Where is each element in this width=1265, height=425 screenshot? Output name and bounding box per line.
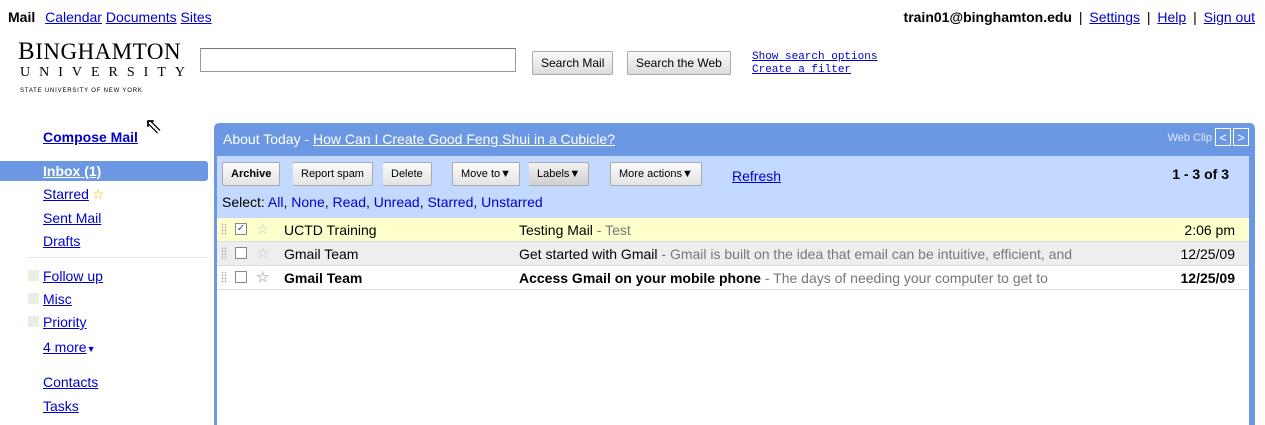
select-all-link[interactable]: All <box>268 194 284 210</box>
mouse-cursor-icon: ⇖ <box>144 113 163 138</box>
drag-handle-icon[interactable] <box>221 271 227 284</box>
contacts-link[interactable]: Contacts <box>43 374 98 390</box>
more-labels-label: 4 more <box>43 339 87 355</box>
sidebar-item-misc[interactable]: Misc <box>43 291 72 307</box>
star-icon[interactable]: ☆ <box>256 244 269 262</box>
message-sender: Gmail Team <box>284 270 363 286</box>
show-search-options-link[interactable]: Show search options <box>752 51 877 64</box>
account-email: train01@binghamton.edu <box>903 9 1072 25</box>
mail-panel: About Today - How Can I Create Good Feng… <box>214 123 1255 425</box>
logo-wordmark: BINGHAMTON <box>18 38 182 65</box>
star-icon[interactable]: ☆ <box>256 268 269 286</box>
search-mail-button[interactable]: Search Mail <box>532 51 614 75</box>
dropdown-arrow-icon: ▼ <box>86 344 96 354</box>
message-date: 2:06 pm <box>1184 222 1235 238</box>
separator: | <box>1146 9 1151 25</box>
web-clip-bar: About Today - How Can I Create Good Feng… <box>214 123 1255 153</box>
create-filter-link[interactable]: Create a filter <box>752 64 877 77</box>
delete-button[interactable]: Delete <box>383 162 432 186</box>
star-icon[interactable]: ☆ <box>256 220 269 238</box>
sidebar-item-starred[interactable]: Starred ☆ <box>43 186 104 203</box>
nav-calendar[interactable]: Calendar <box>45 9 102 25</box>
report-spam-button[interactable]: Report spam <box>293 162 373 186</box>
university-logo[interactable]: BINGHAMTON UNIVERSITY STATE UNIVERSITY O… <box>18 38 198 94</box>
move-to-button[interactable]: Move to▼ <box>452 162 521 186</box>
logo-tagline: STATE UNIVERSITY OF NEW YORK <box>20 88 143 94</box>
web-clip-next-icon[interactable]: > <box>1233 128 1249 146</box>
message-subject-line: Get started with Gmail - Gmail is built … <box>519 246 1109 262</box>
message-snippet: - The days of needing your computer to g… <box>760 270 1048 286</box>
message-subject-line: Testing Mail - Test <box>519 222 1109 238</box>
pager-count: 1 - 3 of 3 <box>1172 166 1229 182</box>
search-input[interactable] <box>200 48 516 72</box>
separator: | <box>1193 9 1197 25</box>
sidebar-item-inbox[interactable]: Inbox (1) <box>0 161 208 181</box>
refresh-link[interactable]: Refresh <box>732 168 781 184</box>
nav-mail: Mail <box>8 9 36 25</box>
select-row: Select: All, None, Read, Unread, Starred… <box>222 194 543 210</box>
label-color-swatch[interactable] <box>28 270 39 281</box>
nav-documents[interactable]: Documents <box>106 9 177 25</box>
web-clip-prefix: About Today - <box>223 131 314 147</box>
nav-sites[interactable]: Sites <box>181 9 212 25</box>
message-sender: Gmail Team <box>284 246 359 262</box>
message-row[interactable]: ☆ Gmail Team Get started with Gmail - Gm… <box>217 242 1249 266</box>
message-date: 12/25/09 <box>1180 270 1236 286</box>
sidebar-divider <box>28 257 208 258</box>
select-unstarred-link[interactable]: Unstarred <box>481 194 542 210</box>
starred-link-label: Starred <box>43 186 89 202</box>
account-bar: train01@binghamton.edu | Settings | Help… <box>904 9 1255 25</box>
message-checkbox[interactable] <box>235 247 247 259</box>
web-clip-label: Web Clip <box>1167 132 1212 144</box>
search-web-button[interactable]: Search the Web <box>627 51 731 75</box>
web-clip-prev-icon[interactable]: < <box>1215 128 1231 146</box>
sign-out-link[interactable]: Sign out <box>1204 9 1255 25</box>
top-nav: Mail Calendar Documents Sites <box>8 9 212 25</box>
select-label: Select: <box>222 194 268 210</box>
tasks-link[interactable]: Tasks <box>43 398 79 414</box>
label-color-swatch[interactable] <box>28 293 39 304</box>
archive-button[interactable]: Archive <box>222 162 281 186</box>
message-sender: UCTD Training <box>284 222 377 238</box>
label-color-swatch[interactable] <box>28 316 39 327</box>
settings-link[interactable]: Settings <box>1089 9 1140 25</box>
select-read-link[interactable]: Read <box>333 194 366 210</box>
help-link[interactable]: Help <box>1157 9 1186 25</box>
web-clip-link[interactable]: How Can I Create Good Feng Shui in a Cub… <box>313 131 615 147</box>
message-row[interactable]: ☆ Gmail Team Access Gmail on your mobile… <box>217 266 1249 290</box>
message-checkbox[interactable]: ✓ <box>235 223 247 235</box>
message-checkbox[interactable] <box>235 271 247 283</box>
message-subject-line: Access Gmail on your mobile phone - The … <box>519 270 1109 286</box>
compose-mail-link[interactable]: Compose Mail <box>43 129 138 145</box>
separator: | <box>1078 9 1083 25</box>
select-none-link[interactable]: None <box>291 194 324 210</box>
message-list: ✓ ☆ UCTD Training Testing Mail - Test 2:… <box>217 218 1249 425</box>
more-labels-link[interactable]: 4 more▼ <box>43 339 96 355</box>
sidebar-item-drafts[interactable]: Drafts <box>43 233 80 249</box>
inbox-link[interactable]: Inbox (1) <box>43 163 101 179</box>
message-snippet: - Test <box>592 222 631 238</box>
action-toolbar: Archive Report spam Delete Move to▼ Labe… <box>217 156 1249 218</box>
web-clip-text: About Today - How Can I Create Good Feng… <box>223 131 615 147</box>
message-subject: Testing Mail <box>519 222 593 238</box>
sidebar-item-follow-up[interactable]: Follow up <box>43 268 103 284</box>
message-subject: Access Gmail on your mobile phone <box>519 270 761 286</box>
search-links: Show search options Create a filter <box>752 51 877 77</box>
message-date: 12/25/09 <box>1180 246 1236 262</box>
drag-handle-icon[interactable] <box>221 223 227 236</box>
drag-handle-icon[interactable] <box>221 247 227 260</box>
message-subject: Get started with Gmail <box>519 246 658 262</box>
sidebar-item-sent[interactable]: Sent Mail <box>43 210 101 226</box>
labels-button[interactable]: Labels▼ <box>529 162 590 186</box>
sidebar-item-priority[interactable]: Priority <box>43 314 87 330</box>
star-icon: ☆ <box>91 186 105 202</box>
message-row[interactable]: ✓ ☆ UCTD Training Testing Mail - Test 2:… <box>217 218 1249 242</box>
message-snippet: - Gmail is built on the idea that email … <box>657 246 1073 262</box>
select-starred-link[interactable]: Starred <box>427 194 473 210</box>
select-unread-link[interactable]: Unread <box>374 194 420 210</box>
logo-subtitle: UNIVERSITY <box>20 65 194 80</box>
more-actions-button[interactable]: More actions▼ <box>610 162 702 186</box>
